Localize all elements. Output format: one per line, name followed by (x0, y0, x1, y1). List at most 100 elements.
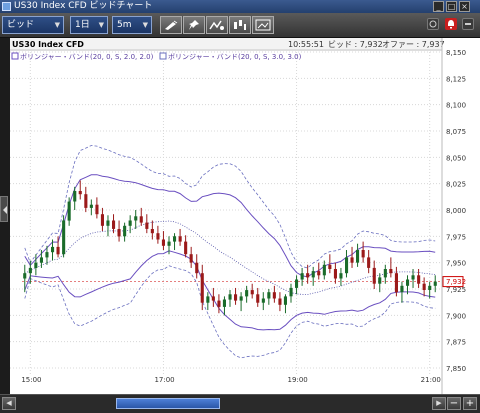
refresh-icon[interactable] (427, 18, 439, 30)
candle-body (250, 290, 254, 295)
legend-swatch-1[interactable] (11, 52, 19, 60)
candle-body (184, 241, 188, 255)
chart-area[interactable]: 8,150 8,125 8,100 8,075 8,050 8,025 8,000 7,975… (10, 38, 480, 394)
y-tick-label: 7,875 (446, 339, 466, 347)
candle-body (283, 296, 287, 305)
legend-swatch-2[interactable] (159, 52, 167, 60)
candle-body (433, 281, 437, 286)
chart-symbol-title: US30 Index CFD (12, 40, 84, 49)
price-type-dropdown[interactable]: ビッド ▼ (2, 16, 64, 34)
candle-body (422, 283, 426, 290)
candle-body (106, 220, 110, 226)
candle-body (150, 229, 154, 234)
candle-body (311, 271, 315, 278)
candle-body (356, 250, 360, 263)
chevron-down-icon: ▼ (54, 21, 60, 29)
y-tick-label: 8,000 (446, 207, 466, 215)
candle-body (178, 236, 182, 242)
candle-body (161, 239, 165, 246)
chevron-down-icon: ▼ (98, 21, 104, 29)
candle-body (117, 229, 121, 237)
y-tick-label: 7,925 (446, 286, 466, 294)
settings-icon[interactable] (462, 18, 474, 30)
candle-body (128, 220, 132, 226)
y-tick-label: 8,100 (446, 102, 466, 110)
candle-body (156, 233, 160, 240)
candle-body (361, 250, 365, 258)
horizontal-scrollbar[interactable]: ◀ ▶ − + (0, 394, 480, 413)
chevron-left-icon (3, 206, 7, 214)
candle-body (51, 246, 55, 253)
candle-body (322, 264, 326, 276)
legend-bollinger-1[interactable]: ボリンジャー・バンド(20, 0, S, 2.0, 2.0) (20, 53, 154, 61)
candle-body (234, 294, 238, 301)
candle-chart-icon (234, 20, 246, 30)
candle-body (345, 257, 349, 274)
candle-body (367, 257, 371, 268)
pin-button[interactable] (183, 16, 205, 34)
x-tick-label: 19:00 (288, 376, 308, 384)
legend-bollinger-2[interactable]: ボリンジャー・バンド(20, 0, S, 3.0, 3.0) (168, 53, 302, 61)
candle-body (267, 292, 271, 299)
scroll-thumb[interactable] (116, 398, 220, 409)
candle-body (245, 290, 249, 297)
price-chart[interactable]: 8,150 8,125 8,100 8,075 8,050 8,025 8,000 7,975… (10, 38, 480, 394)
candle-body (261, 298, 265, 303)
y-tick-label: 8,150 (446, 49, 466, 57)
close-button[interactable]: × (459, 1, 470, 12)
candle-body (411, 275, 415, 280)
current-price-tag: 7,932 (442, 276, 466, 288)
y-tick-label: 7,950 (446, 260, 466, 268)
candle-body (84, 194, 88, 208)
candle-body (89, 204, 93, 208)
image-icon (255, 19, 271, 31)
candle-body (145, 222, 149, 229)
candle-body (123, 225, 127, 237)
candle-body (173, 236, 177, 242)
candle-body (278, 298, 282, 305)
minimize-button[interactable]: _ (433, 1, 444, 12)
candle-body (67, 201, 71, 221)
zoom-in-button[interactable]: + (463, 397, 477, 410)
interval-dropdown[interactable]: 5m ▼ (112, 16, 152, 34)
indicator-icon (209, 20, 224, 30)
y-tick-label: 8,075 (446, 128, 466, 136)
candle-body (211, 296, 215, 301)
scroll-left-button[interactable]: ◀ (2, 397, 16, 410)
draw-line-button[interactable] (160, 16, 182, 34)
candle-body (95, 204, 99, 215)
y-tick-label: 8,125 (446, 75, 466, 83)
candle-body (333, 269, 337, 279)
candle-body (167, 241, 171, 246)
candle-body (189, 254, 193, 263)
candle-body (200, 273, 204, 303)
candle-body (428, 285, 432, 290)
y-tick-label: 8,050 (446, 154, 466, 162)
side-panel-toggle[interactable] (0, 196, 8, 222)
candle-body (78, 191, 82, 195)
candle-body (378, 277, 382, 284)
candle-body (45, 252, 49, 258)
candle-body (400, 285, 404, 293)
screenshot-button[interactable] (252, 16, 274, 34)
candle-body (406, 279, 410, 286)
candle-body (62, 220, 66, 255)
y-tick-label: 7,975 (446, 233, 466, 241)
x-tick-label: 15:00 (21, 376, 41, 384)
candle-body (256, 294, 260, 303)
current-price-label: 7,932 (446, 278, 466, 286)
indicator-button[interactable] (206, 16, 228, 34)
candle-body (73, 191, 77, 202)
chart-type-button[interactable] (229, 16, 251, 34)
title-bar: US30 Index CFD ビッドチャート _ □ × (0, 0, 480, 13)
scroll-right-button[interactable]: ▶ (432, 397, 446, 410)
app-icon (2, 2, 11, 11)
candle-body (389, 269, 393, 274)
maximize-button[interactable]: □ (446, 1, 457, 12)
x-tick-label: 17:00 (154, 376, 174, 384)
alert-icon[interactable] (445, 18, 457, 30)
period-dropdown[interactable]: 1日 ▼ (70, 16, 108, 34)
candle-body (100, 214, 104, 226)
candle-body (295, 279, 299, 288)
zoom-out-button[interactable]: − (447, 397, 461, 410)
